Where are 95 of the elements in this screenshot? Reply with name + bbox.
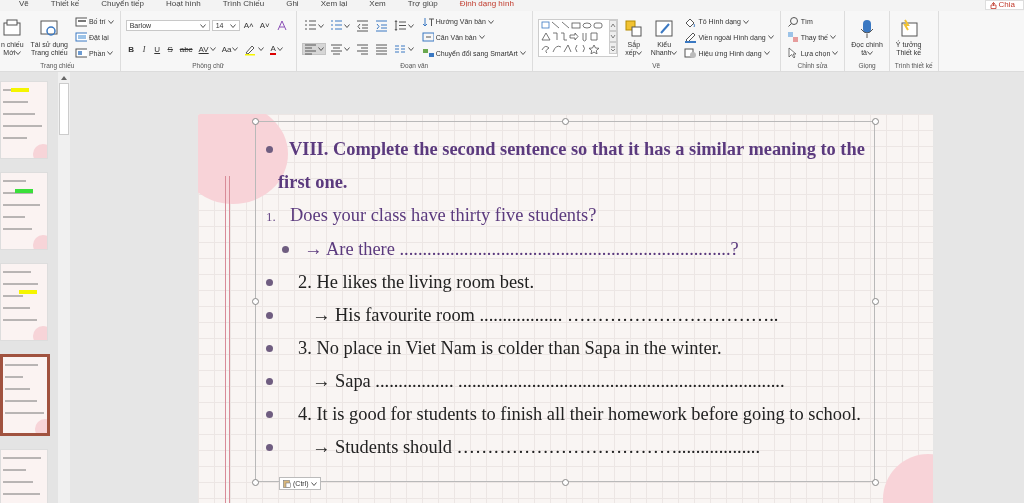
- resize-handle[interactable]: [562, 479, 569, 486]
- format-button[interactable]: [242, 43, 267, 56]
- caret-icon: [407, 47, 414, 52]
- increase-indent-icon: [374, 19, 388, 33]
- format-button[interactable]: A˄: [241, 19, 256, 32]
- share-icon: [989, 1, 997, 9]
- numbering-icon: [329, 19, 343, 33]
- format-button[interactable]: AV: [196, 43, 218, 56]
- format-button[interactable]: I: [138, 43, 150, 56]
- caret-icon: [407, 23, 414, 28]
- caret-icon: [232, 47, 239, 52]
- answer-prompt: → Are there ........................................................................?: [304, 239, 739, 259]
- question-text: Does your class have thirty five students?: [290, 205, 597, 225]
- list-number: 1.: [266, 208, 277, 226]
- arrange-icon: [623, 18, 644, 39]
- gallery-scroll-icon: [608, 19, 617, 54]
- answer-prompt: → His favourite room .................. ……………………………..: [312, 305, 779, 325]
- answer-prompt: → Students should ………………………………..................: [312, 437, 761, 457]
- menu-tab[interactable]: Chuyển tiếp: [90, 0, 155, 8]
- quick-styles-icon: [654, 18, 675, 39]
- format-button[interactable]: abc: [177, 43, 195, 56]
- instruction-text: VIII. Complete the second sentence so that it has a similar meaning to the first one.: [278, 139, 865, 192]
- align-center-icon: [329, 42, 343, 56]
- caret-icon: [343, 47, 350, 52]
- format-button[interactable]: A: [268, 43, 285, 56]
- resize-handle[interactable]: [872, 298, 879, 305]
- menu-tab[interactable]: Xem: [358, 0, 397, 8]
- menu-tab[interactable]: Xem lại: [309, 0, 359, 8]
- shape-outline-icon: [684, 31, 697, 44]
- bullet-icon: [266, 443, 273, 451]
- pointer-icon: [786, 47, 799, 60]
- align-left-icon: [303, 42, 317, 56]
- bullet-icon: [266, 311, 273, 319]
- bullet-icon: [266, 410, 273, 418]
- reuse-slide-icon: [39, 18, 60, 39]
- line-spacing-icon: [393, 19, 407, 33]
- menu-tab[interactable]: Trợ giúp: [396, 0, 449, 8]
- answer-prompt: → Sapa ................. .......................................................................: [312, 371, 785, 391]
- align-right-icon: [355, 42, 369, 56]
- menu-tab[interactable]: Thiết kế: [39, 0, 91, 8]
- resize-handle[interactable]: [252, 298, 259, 305]
- menu-tab[interactable]: Trình Chiếu: [211, 0, 276, 8]
- clear-formatting-icon: [275, 19, 289, 33]
- caret-icon: [276, 47, 283, 52]
- format-button[interactable]: A˅: [257, 19, 272, 32]
- section-icon: [74, 47, 87, 60]
- format-button[interactable]: U: [151, 43, 163, 56]
- menu-tab[interactable]: Ghi: [275, 0, 310, 8]
- decrease-indent-icon: [355, 19, 369, 33]
- bullet-icon: [266, 377, 273, 385]
- layout-icon: [74, 15, 87, 28]
- question-text: 4. It is good for students to finish all their homework before going to school.: [298, 404, 861, 424]
- caret-icon: [209, 47, 216, 52]
- menu-tab[interactable]: Định dạng hình: [448, 0, 525, 8]
- format-button[interactable]: Aa: [219, 43, 241, 56]
- clipboard-icon: [283, 479, 291, 488]
- question-text: 3. No place in Viet Nam is colder than Sapa in the winter.: [298, 338, 722, 358]
- format-button[interactable]: B: [125, 43, 137, 56]
- bullet-icon: [266, 278, 273, 286]
- scroll-up-icon: [60, 75, 68, 81]
- caret-icon: [317, 23, 324, 28]
- slide-thumbnail[interactable]: [0, 354, 50, 436]
- resize-handle[interactable]: [562, 118, 569, 125]
- share-button[interactable]: Chia: [984, 0, 1024, 10]
- smartart-icon: [421, 47, 434, 60]
- resize-handle[interactable]: [872, 479, 879, 486]
- format-button[interactable]: S: [164, 43, 176, 56]
- resize-handle[interactable]: [252, 479, 259, 486]
- caret-icon: [229, 23, 236, 28]
- scrollbar-thumb[interactable]: [59, 83, 69, 135]
- format-button[interactable]: [301, 43, 326, 56]
- search-icon: [786, 15, 799, 28]
- bullet-icon: [282, 245, 289, 253]
- menu-tab[interactable]: Vẽ: [8, 0, 40, 8]
- caret-icon: [310, 481, 317, 486]
- resize-handle[interactable]: [252, 118, 259, 125]
- caret-icon: [199, 23, 206, 28]
- caret-icon: [343, 23, 350, 28]
- design-ideas-icon: [898, 18, 919, 39]
- text-direction-icon: [421, 15, 434, 28]
- caret-icon: [258, 47, 265, 52]
- shape-effects-icon: [684, 47, 697, 60]
- menu-tab[interactable]: Hoạt hình: [154, 0, 212, 8]
- columns-icon: [393, 42, 407, 56]
- question-text: 2. He likes the living room best.: [298, 272, 534, 292]
- bullet-icon: [266, 145, 273, 153]
- replace-icon: [786, 31, 799, 44]
- justify-icon: [374, 42, 388, 56]
- bullets-icon: [303, 19, 317, 33]
- reset-icon: [74, 31, 87, 44]
- resize-handle[interactable]: [872, 118, 879, 125]
- caret-icon: [317, 47, 324, 52]
- shape-gallery[interactable]: [537, 18, 618, 57]
- bullet-icon: [266, 344, 273, 352]
- align-text-icon: [421, 31, 434, 44]
